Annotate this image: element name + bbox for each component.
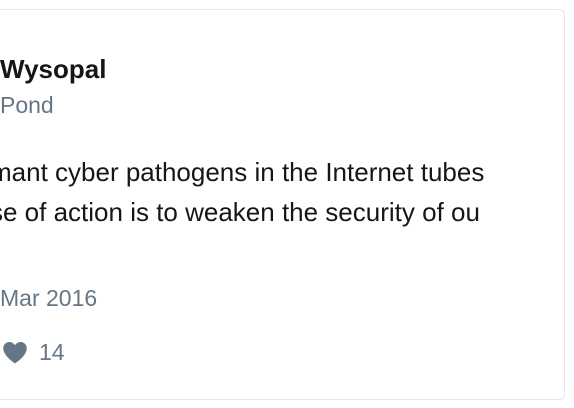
tweet-timestamp[interactable]: Mar 2016 xyxy=(0,283,97,313)
author-name[interactable]: Wysopal xyxy=(0,53,106,85)
tweet-text-line: se of action is to weaken the security o… xyxy=(0,197,480,227)
like-button[interactable]: 14 xyxy=(0,337,65,367)
like-count: 14 xyxy=(39,339,65,365)
heart-icon[interactable] xyxy=(0,337,30,367)
tweet-text: mant cyber pathogens in the Internet tub… xyxy=(0,152,484,232)
tweet-text-line: mant cyber pathogens in the Internet tub… xyxy=(0,157,485,187)
author-handle[interactable]: Pond xyxy=(0,90,54,120)
